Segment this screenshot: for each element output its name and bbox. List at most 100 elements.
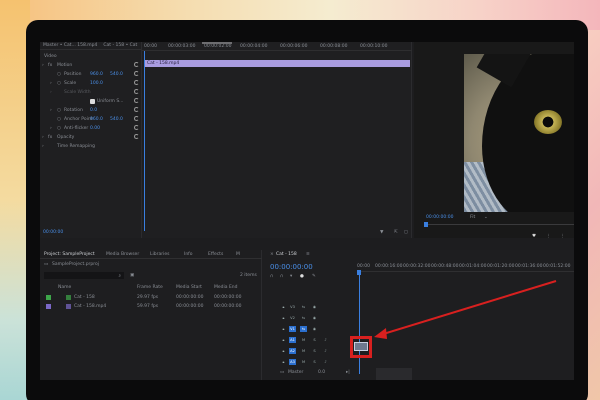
table-row[interactable]: Cat - 158 29.97 fps 00:00:00:00 00:00:00… xyxy=(40,293,262,302)
mic-icon[interactable]: ♪ xyxy=(322,337,329,343)
chevron-right-icon[interactable]: › xyxy=(50,108,52,113)
fx-icon[interactable]: fx xyxy=(48,63,52,68)
lock-icon[interactable]: 🔒︎ xyxy=(280,359,287,365)
timeline-timecode[interactable]: 00:00:00:00 xyxy=(270,263,313,271)
sync-lock-icon[interactable]: ⇆ xyxy=(300,304,307,310)
chevron-down-icon[interactable]: › xyxy=(42,63,44,68)
new-bin-icon[interactable]: ▣ xyxy=(130,273,134,278)
track-v3[interactable]: 🔒︎ V3 ⇆ ◉ xyxy=(280,303,350,312)
playhead-line[interactable] xyxy=(359,274,360,374)
reset-icon[interactable] xyxy=(134,89,139,94)
column-media-start[interactable]: Media Start xyxy=(176,285,202,290)
column-name[interactable]: Name xyxy=(58,285,71,290)
more-icon[interactable]: ⋮ xyxy=(546,234,551,239)
lock-icon[interactable]: 🔒︎ xyxy=(280,304,287,310)
tab-master[interactable]: Master • Cat... 158.mp4 xyxy=(43,43,97,48)
eye-icon[interactable]: ◉ xyxy=(311,304,318,310)
playhead-line[interactable] xyxy=(144,51,145,231)
tab-info[interactable]: Info xyxy=(184,252,193,257)
chevron-down-icon[interactable]: ⌄ xyxy=(484,215,488,220)
mute-button[interactable]: M xyxy=(300,337,307,343)
mute-button[interactable]: M xyxy=(300,348,307,354)
tab-media-browser[interactable]: Media Browser xyxy=(106,252,139,257)
wrench-icon[interactable]: ✎ xyxy=(312,274,316,279)
go-to-end-icon[interactable]: ▸| xyxy=(346,370,350,375)
stopwatch-icon[interactable]: ○ xyxy=(57,108,61,113)
filter-icon[interactable]: ▼ xyxy=(380,230,383,235)
solo-button[interactable]: S xyxy=(311,348,318,354)
chevron-right-icon[interactable]: › xyxy=(50,126,52,131)
lock-icon[interactable]: 🔒︎ xyxy=(280,348,287,354)
linked-selection-icon[interactable]: ∩ xyxy=(280,274,283,279)
chevron-right-icon[interactable]: › xyxy=(42,144,44,149)
solo-button[interactable]: S xyxy=(311,337,318,343)
add-marker-icon[interactable]: ▾ xyxy=(290,274,292,279)
program-scrubber[interactable] xyxy=(424,224,574,225)
lock-icon[interactable]: 🔒︎ xyxy=(280,315,287,321)
reset-icon[interactable] xyxy=(134,134,139,139)
reset-icon[interactable] xyxy=(134,125,139,130)
heart-icon[interactable]: ♥ xyxy=(532,234,536,239)
lock-icon[interactable]: 🔒︎ xyxy=(280,326,287,332)
track-v1[interactable]: 🔒︎ V1 ⇆ ◉ xyxy=(280,325,350,334)
lock-icon[interactable]: 🔒︎ xyxy=(280,337,287,343)
solo-button[interactable]: S xyxy=(311,359,318,365)
stopwatch-icon[interactable]: ○ xyxy=(57,81,61,86)
ec-zoom-bar[interactable] xyxy=(202,42,232,44)
ec-clip-bar[interactable]: Cat - 158.mp4 xyxy=(144,60,410,67)
eye-icon[interactable]: ◉ xyxy=(311,315,318,321)
position-y[interactable]: 540.0 xyxy=(110,72,123,77)
stopwatch-icon[interactable]: ○ xyxy=(57,72,61,77)
export-frame-icon[interactable]: ⇱ xyxy=(394,230,398,235)
search-input[interactable]: ⌕ xyxy=(44,272,124,279)
anti-flicker-value[interactable]: 0.00 xyxy=(90,126,100,131)
mic-icon[interactable]: ♪ xyxy=(322,348,329,354)
scale-value[interactable]: 100.0 xyxy=(90,81,103,86)
tab-sequence[interactable]: Cat - 158 xyxy=(276,252,297,257)
track-v2[interactable]: 🔒︎ V2 ⇆ ◉ xyxy=(280,314,350,323)
tab-sequence-clip[interactable]: Cat - 158 • Cat xyxy=(103,43,137,48)
tab-markers[interactable]: M xyxy=(236,252,240,257)
chevron-right-icon[interactable]: › xyxy=(50,81,52,86)
chevron-right-icon[interactable]: › xyxy=(50,90,52,95)
table-row[interactable]: Cat - 158.mp4 59.97 fps 00:00:00:00 00:0… xyxy=(40,302,262,311)
fx-icon[interactable]: fx xyxy=(48,135,52,140)
more-icon[interactable]: ⋮ xyxy=(560,234,565,239)
mute-button[interactable]: M xyxy=(300,359,307,365)
sync-lock-icon[interactable]: ⇆ xyxy=(300,326,307,332)
program-playhead[interactable] xyxy=(424,222,428,227)
close-icon[interactable]: × xyxy=(270,252,274,257)
chevron-right-icon[interactable]: › xyxy=(42,135,44,140)
reset-icon[interactable] xyxy=(134,98,139,103)
reset-icon[interactable] xyxy=(134,80,139,85)
sync-lock-icon[interactable]: ⇆ xyxy=(300,315,307,321)
anchor-x[interactable]: 960.0 xyxy=(90,117,103,122)
track-a1[interactable]: 🔒︎ A1 M S ♪ xyxy=(280,336,350,345)
column-frame-rate[interactable]: Frame Rate xyxy=(137,285,163,290)
program-timecode[interactable]: 00:00:00:00 xyxy=(426,215,453,220)
track-a2[interactable]: 🔒︎ A2 M S ♪ xyxy=(280,347,350,356)
effect-controls-timecode[interactable]: 00:00:00 xyxy=(43,230,63,235)
snap-icon[interactable]: ∩ xyxy=(270,274,273,279)
uniform-scale-checkbox[interactable] xyxy=(90,99,95,104)
tab-libraries[interactable]: Libraries xyxy=(150,252,169,257)
anchor-y[interactable]: 540.0 xyxy=(110,117,123,122)
settings-icon[interactable]: ◻ xyxy=(404,230,408,235)
marker-icon[interactable]: ● xyxy=(300,274,304,279)
fit-dropdown[interactable]: Fit xyxy=(470,215,475,220)
rotation-value[interactable]: 0.0 xyxy=(90,108,97,113)
track-a3[interactable]: 🔒︎ A3 M S ♪ xyxy=(280,358,350,367)
tab-project[interactable]: Project: SampleProject xyxy=(44,252,95,257)
reset-icon[interactable] xyxy=(134,62,139,67)
panel-menu-icon[interactable]: ≡ xyxy=(306,252,310,257)
master-track-lock-icon[interactable]: ▭ xyxy=(280,370,284,375)
stopwatch-icon[interactable]: ○ xyxy=(57,117,61,122)
position-x[interactable]: 960.0 xyxy=(90,72,103,77)
ec-ruler[interactable]: 00:00 00:00:03:00 00:00:02:00 00:00:04:0… xyxy=(142,42,412,51)
stopwatch-icon[interactable]: ○ xyxy=(57,126,61,131)
reset-icon[interactable] xyxy=(134,107,139,112)
reset-icon[interactable] xyxy=(134,116,139,121)
master-track-value[interactable]: 0.0 xyxy=(318,370,325,375)
timeline-ruler[interactable]: 00:00 00:00:16:00 00:00:32:00 00:00:48:0… xyxy=(357,262,574,272)
eye-icon[interactable]: ◉ xyxy=(311,326,318,332)
